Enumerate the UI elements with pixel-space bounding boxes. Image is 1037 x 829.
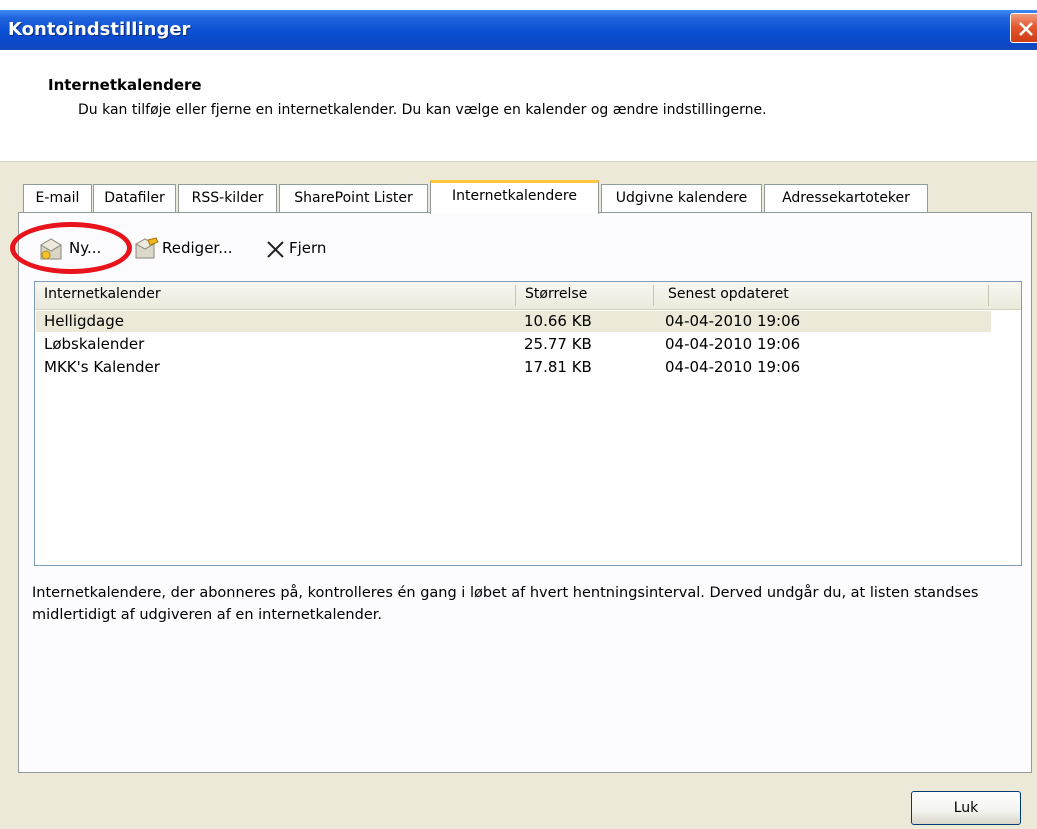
column-divider[interactable]	[515, 285, 516, 306]
tab-adressekartoteker[interactable]: Adressekartoteker	[764, 184, 928, 212]
new-button-label: Ny...	[69, 239, 102, 257]
tab-datafiler[interactable]: Datafiler	[93, 184, 176, 212]
column-divider[interactable]	[653, 285, 654, 306]
row-updated: 04-04-2010 19:06	[665, 335, 801, 353]
edit-button-label: Rediger...	[162, 239, 233, 257]
dialog-header: Internetkalendere Du kan tilføje eller f…	[0, 50, 1037, 162]
row-name: MKK's Kalender	[44, 358, 160, 376]
column-header-updated[interactable]: Senest opdateret	[668, 286, 789, 302]
new-button[interactable]: Ny...	[38, 236, 120, 262]
window-close-button[interactable]	[1010, 13, 1037, 43]
row-updated: 04-04-2010 19:06	[665, 312, 801, 330]
info-text: Internetkalendere, der abonneres på, kon…	[32, 585, 979, 623]
edit-calendar-icon	[134, 237, 159, 259]
tab-internetkalendere[interactable]: Internetkalendere	[430, 180, 599, 214]
row-size: 25.77 KB	[524, 335, 592, 353]
new-calendar-icon	[40, 238, 62, 260]
tab-e-mail[interactable]: E-mail	[23, 184, 92, 212]
remove-button-label: Fjern	[289, 239, 327, 257]
section-description: Du kan tilføje eller fjerne en internetk…	[78, 102, 767, 118]
row-updated: 04-04-2010 19:06	[665, 358, 801, 376]
window-title: Kontoindstillinger	[8, 19, 191, 40]
close-button[interactable]: Luk	[911, 791, 1021, 825]
row-name: Løbskalender	[44, 335, 145, 353]
column-header-size[interactable]: Størrelse	[525, 286, 587, 302]
row-size: 17.81 KB	[524, 358, 592, 376]
remove-button[interactable]: Fjern	[265, 236, 345, 262]
edit-button[interactable]: Rediger...	[134, 236, 252, 262]
tab-rss-kilder[interactable]: RSS-kilder	[178, 184, 277, 212]
tab-sharepoint-lister[interactable]: SharePoint Lister	[279, 184, 428, 212]
row-size: 10.66 KB	[524, 312, 592, 330]
section-title: Internetkalendere	[48, 76, 202, 94]
selected-row-highlight	[36, 311, 991, 332]
remove-x-icon	[267, 241, 284, 258]
title-bar: Kontoindstillinger	[0, 10, 1037, 50]
top-strip	[0, 0, 1037, 10]
row-name: Helligdage	[44, 312, 124, 330]
tab-udgivne-kalendere[interactable]: Udgivne kalendere	[601, 184, 762, 212]
column-divider[interactable]	[988, 285, 989, 306]
close-icon	[1019, 22, 1033, 36]
column-header-name[interactable]: Internetkalender	[44, 286, 161, 302]
